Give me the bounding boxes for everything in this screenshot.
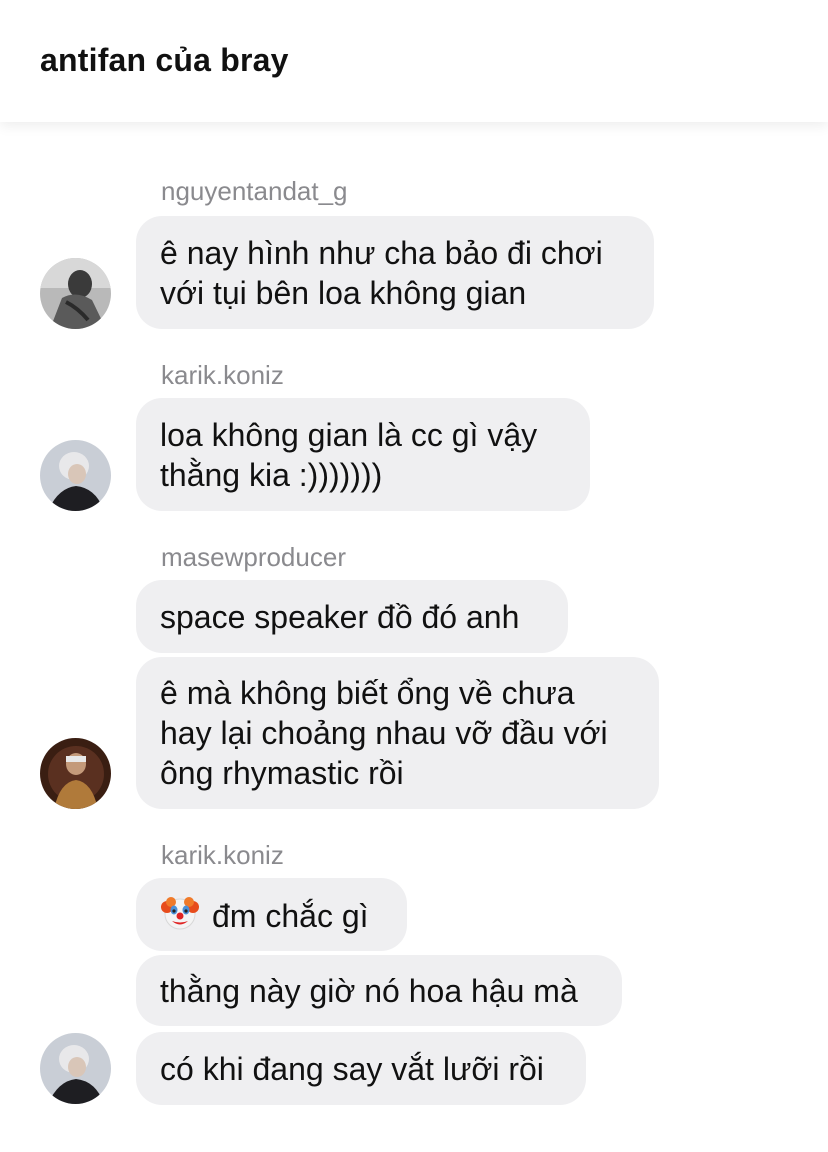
clown-face-emoji-icon xyxy=(161,897,199,930)
message-text: space speaker đồ đó anh xyxy=(160,598,520,635)
message-text: thằng kia :))))))) xyxy=(160,456,383,493)
avatar-photo-icon xyxy=(40,1033,111,1104)
message-text: loa không gian là cc gì vậy xyxy=(160,416,538,453)
avatar[interactable] xyxy=(40,1033,111,1104)
avatar-photo-icon xyxy=(40,738,111,809)
message-bubble[interactable]: ê nay hình như cha bảo đi chơi với tụi b… xyxy=(136,216,654,329)
sender-name[interactable]: karik.koniz xyxy=(161,360,284,391)
chat-title[interactable]: antifan của bray xyxy=(40,42,289,79)
message-bubble[interactable]: thằng này giờ nó hoa hậu mà xyxy=(136,955,622,1026)
sender-name[interactable]: nguyentandat_g xyxy=(161,176,348,207)
message-text: đm chắc gì xyxy=(212,898,369,934)
message-bubble[interactable]: đm chắc gì xyxy=(136,878,407,951)
message-text: có khi đang say vắt lưỡi rồi xyxy=(160,1050,544,1087)
message-bubble[interactable]: space speaker đồ đó anh xyxy=(136,580,568,653)
message-text-row: đm chắc gì xyxy=(160,893,383,936)
avatar-photo-icon xyxy=(40,440,111,511)
avatar[interactable] xyxy=(40,738,111,809)
avatar[interactable] xyxy=(40,440,111,511)
message-text: thằng này giờ nó hoa hậu mà xyxy=(160,972,578,1009)
message-bubble[interactable]: ê mà không biết ổng về chưa hay lại choả… xyxy=(136,657,659,809)
message-text: ê nay hình như cha bảo đi chơi xyxy=(160,234,603,271)
sender-name[interactable]: masewproducer xyxy=(161,542,346,573)
avatar-photo-icon xyxy=(40,258,111,329)
message-text: ê mà không biết ổng về chưa xyxy=(160,675,575,711)
chat-header: antifan của bray xyxy=(0,0,828,122)
message-bubble[interactable]: loa không gian là cc gì vậy thằng kia :)… xyxy=(136,398,590,511)
sender-name[interactable]: karik.koniz xyxy=(161,840,284,871)
message-text: hay lại choảng nhau vỡ đầu với xyxy=(160,715,608,751)
avatar[interactable] xyxy=(40,258,111,329)
message-bubble[interactable]: có khi đang say vắt lưỡi rồi xyxy=(136,1032,586,1105)
message-text: với tụi bên loa không gian xyxy=(160,274,527,311)
message-text: ông rhymastic rồi xyxy=(160,755,404,791)
